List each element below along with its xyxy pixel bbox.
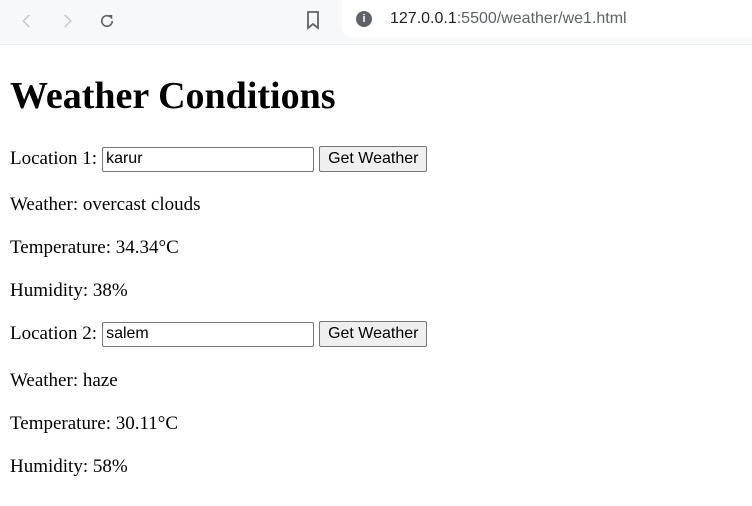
browser-toolbar: i 127.0.0.1:5500/weather/we1.html <box>0 0 752 45</box>
location-1-label: Location 1: <box>10 148 98 169</box>
location-2-label: Location 2: <box>10 323 98 344</box>
location-2-humidity: Humidity: 58% <box>10 456 128 477</box>
page-title: Weather Conditions <box>10 75 336 117</box>
location-1-row: Location 1: Get Weather <box>10 146 428 172</box>
location-2-get-weather-button[interactable]: Get Weather <box>319 321 428 347</box>
location-1-input[interactable] <box>102 146 315 172</box>
site-info-icon[interactable]: i <box>356 11 372 27</box>
location-1-weather: Weather: overcast clouds <box>10 194 201 215</box>
location-1-get-weather-button[interactable]: Get Weather <box>319 146 428 172</box>
location-2-temperature: Temperature: 30.11°C <box>10 413 179 434</box>
forward-arrow-icon <box>64 14 72 28</box>
reload-button[interactable] <box>96 10 118 32</box>
url-host: 127.0.0.1 <box>390 10 457 27</box>
location-2-weather: Weather: haze <box>10 370 118 391</box>
forward-button[interactable] <box>56 10 78 32</box>
reload-icon <box>100 14 114 28</box>
location-2-row: Location 2: Get Weather <box>10 321 428 347</box>
back-button[interactable] <box>16 10 38 32</box>
back-arrow-icon <box>22 14 30 28</box>
location-1-temperature: Temperature: 34.34°C <box>10 237 179 258</box>
location-1-humidity: Humidity: 38% <box>10 280 128 301</box>
location-2-input[interactable] <box>102 321 315 347</box>
bookmark-icon[interactable] <box>304 10 322 30</box>
url-text[interactable]: 127.0.0.1:5500/weather/we1.html <box>390 10 627 28</box>
url-path: :5500/weather/we1.html <box>456 10 627 27</box>
address-bar[interactable]: i 127.0.0.1:5500/weather/we1.html <box>342 0 752 38</box>
